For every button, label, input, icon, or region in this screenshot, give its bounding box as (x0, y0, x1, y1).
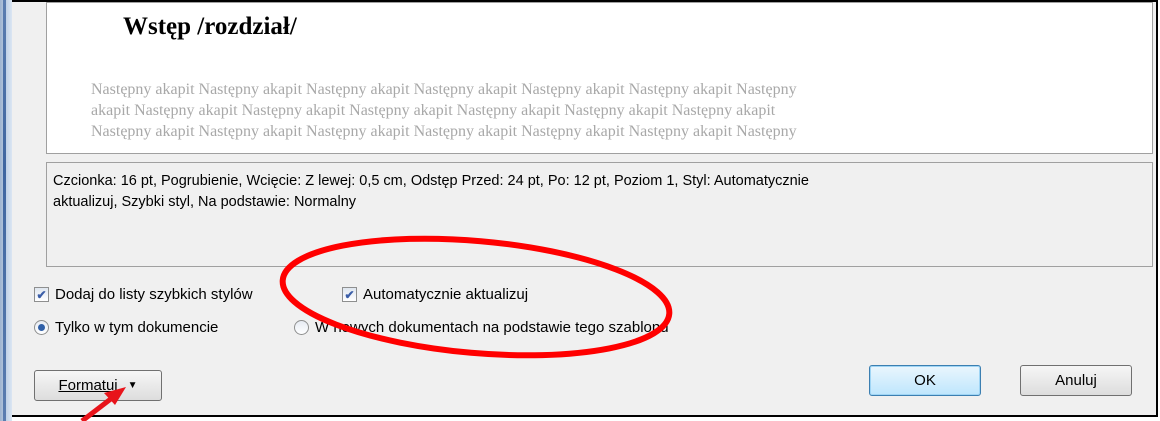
preview-sample-line: Następny akapit Następny akapit Następny… (91, 123, 797, 140)
ok-button-label: OK (914, 372, 936, 389)
style-description: Czcionka: 16 pt, Pogrubienie, Wcięcie: Z… (46, 162, 1153, 267)
ok-button[interactable]: OK (869, 365, 981, 396)
auto-update-label: Automatycznie aktualizuj (363, 286, 529, 303)
preview-sample-text: Następny akapit Następny akapit Następny… (91, 79, 1051, 142)
window-left-edge (0, 0, 12, 421)
add-to-quick-styles-label: Dodaj do listy szybkich stylów (55, 286, 253, 303)
only-this-document-label: Tylko w tym dokumencie (55, 319, 219, 336)
preview-sample-line: akapit Następny akapit Następny akapit N… (91, 102, 776, 119)
add-to-quick-styles-option[interactable]: ✔ Dodaj do listy szybkich stylów (34, 286, 253, 303)
preview-sample-line: Następny akapit Następny akapit Następny… (91, 81, 797, 98)
new-documents-label: W nowych dokumentach na podstawie tego s… (315, 319, 669, 336)
only-this-document-radio[interactable] (34, 320, 49, 335)
new-documents-radio[interactable] (294, 320, 309, 335)
preview-heading: Wstęp /rozdział/ (123, 13, 297, 40)
format-button-label: Formatuj (58, 377, 118, 394)
chevron-down-icon: ▼ (127, 380, 138, 391)
auto-update-checkbox[interactable]: ✔ (342, 287, 357, 302)
radio-selected-dot (38, 324, 45, 331)
cancel-button[interactable]: Anuluj (1020, 365, 1132, 396)
style-description-line: Czcionka: 16 pt, Pogrubienie, Wcięcie: Z… (53, 173, 809, 189)
style-preview-pane: Wstęp /rozdział/ Następny akapit Następn… (46, 2, 1153, 154)
cancel-button-label: Anuluj (1055, 372, 1097, 389)
new-documents-option[interactable]: W nowych dokumentach na podstawie tego s… (294, 319, 669, 336)
auto-update-option[interactable]: ✔ Automatycznie aktualizuj (342, 286, 528, 303)
only-this-document-option[interactable]: Tylko w tym dokumencie (34, 319, 218, 336)
style-description-line: aktualizuj, Szybki styl, Na podstawie: N… (53, 194, 357, 210)
format-button[interactable]: Formatuj ▼ (34, 370, 162, 401)
style-dialog: Wstęp /rozdział/ Następny akapit Następn… (12, 0, 1158, 417)
add-to-quick-styles-checkbox[interactable]: ✔ (34, 287, 49, 302)
